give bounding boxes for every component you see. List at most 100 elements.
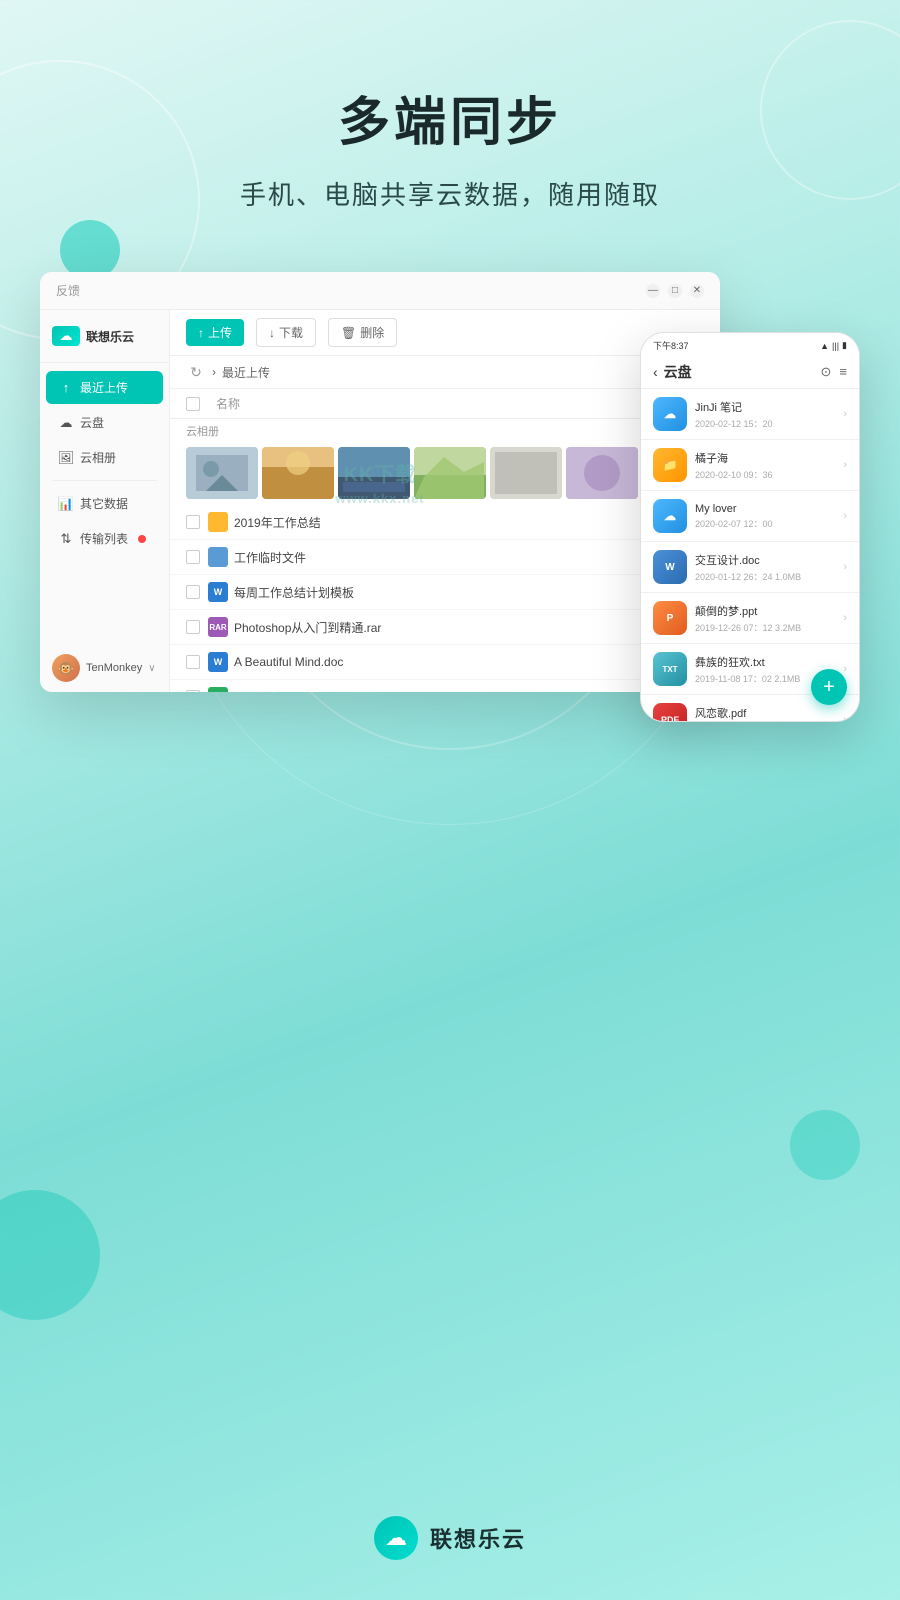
list-item[interactable]: W 交互设计.doc 2020-01-12 26：24 1.0MB ›: [641, 542, 859, 593]
row-checkbox[interactable]: [186, 620, 200, 634]
toolbar: ↑ 上传 ↓ 下载 🗑 删除: [170, 310, 720, 356]
row-checkbox[interactable]: [186, 515, 200, 529]
phone-file-name: 交互设计.doc: [695, 552, 843, 568]
window-titlebar: 反馈 — □ ✕: [40, 272, 720, 310]
table-row[interactable]: W 每周工作总结计划模板 11.16 15:2: [170, 575, 720, 610]
phone-fab-button[interactable]: +: [811, 669, 847, 705]
sidebar-item-transfer[interactable]: ⇅ 传输列表: [46, 522, 163, 555]
word-icon: W: [208, 582, 228, 602]
phone-file-info: 颠倒的梦.ppt 2019-12-26 07：12 3.2MB: [695, 603, 843, 634]
photo-thumb-6: [566, 447, 638, 499]
table-row[interactable]: W A Beautiful Mind.doc 11.16 08:2: [170, 645, 720, 680]
main-title: 多端同步: [0, 80, 900, 155]
file-name: A Beautiful Mind.doc: [234, 655, 604, 669]
phone-status-bar: 下午8:37 ▲ ||| ▮: [641, 333, 859, 356]
download-icon: ↓: [269, 326, 275, 340]
deco-circle-3: [60, 220, 120, 280]
window-controls: — □ ✕: [646, 284, 704, 298]
phone-file-icon-ppt: P: [653, 601, 687, 635]
phone-back-button[interactable]: ‹: [653, 364, 658, 380]
transfer-icon: ⇅: [58, 531, 74, 547]
window-feedback-label: 反馈: [56, 282, 80, 299]
phone-file-name: My lover: [695, 503, 843, 515]
recent-upload-icon: ↑: [58, 380, 74, 396]
sidebar-item-label-photos: 云相册: [80, 449, 116, 466]
window-maximize-button[interactable]: □: [668, 284, 682, 298]
phone-file-info: JinJi 笔记 2020-02-12 15：20: [695, 399, 843, 430]
chevron-right-icon: ›: [843, 663, 847, 675]
phone-file-icon-folder: 📁: [653, 448, 687, 482]
row-checkbox[interactable]: [186, 585, 200, 599]
phone-file-icon-txt: TXT: [653, 652, 687, 686]
table-row[interactable]: RAR Photoshop从入门到精通.rar 11.16 08:2: [170, 610, 720, 645]
table-header: 名称 上传时间: [170, 389, 720, 419]
phone-file-info: 橘子海 2020-02-10 09：36: [695, 450, 843, 481]
file-name: 玩具总动员4.mp4: [234, 689, 604, 693]
chevron-right-icon: ›: [843, 561, 847, 573]
folder-yellow-icon: [208, 512, 228, 532]
select-all-checkbox[interactable]: [186, 397, 200, 411]
phone-nav-bar: ‹ 云盘 ⊙ ≡: [641, 356, 859, 389]
sidebar-item-recent[interactable]: ↑ 最近上传: [46, 371, 163, 404]
list-item[interactable]: P 颠倒的梦.ppt 2019-12-26 07：12 3.2MB ›: [641, 593, 859, 644]
avatar-face: 🐵: [52, 654, 80, 682]
table-row[interactable]: 2019年工作总结 23小时前: [170, 505, 720, 540]
phone-file-icon-cloud: ☁: [653, 397, 687, 431]
breadcrumb-separator: ›: [212, 365, 216, 379]
chevron-right-icon: ›: [843, 408, 847, 420]
mock-container: 反馈 — □ ✕ ☁ 联想乐云 ↑ 最近上传: [40, 272, 860, 692]
chevron-right-icon: ›: [843, 459, 847, 471]
sidebar-item-other[interactable]: 📊 其它数据: [46, 487, 163, 520]
chevron-right-icon: ›: [843, 510, 847, 522]
refresh-button[interactable]: ↻: [186, 362, 206, 382]
phone-file-info: My lover 2020-02-07 12：00: [695, 503, 843, 530]
sidebar-divider: [52, 480, 157, 481]
sidebar-item-label-other: 其它数据: [80, 495, 128, 512]
list-item[interactable]: 📁 橘子海 2020-02-10 09：36 ›: [641, 440, 859, 491]
list-item[interactable]: ☁ JinJi 笔记 2020-02-12 15：20 ›: [641, 389, 859, 440]
row-checkbox[interactable]: [186, 690, 200, 692]
delete-button[interactable]: 🗑 删除: [328, 318, 397, 347]
upload-button[interactable]: ↑ 上传: [186, 319, 244, 346]
username-chevron: ∨: [148, 663, 155, 674]
table-row[interactable]: 工作临时文件 昨天16:28: [170, 540, 720, 575]
folder-blue-icon: [208, 547, 228, 567]
phone-file-info: 交互设计.doc 2020-01-12 26：24 1.0MB: [695, 552, 843, 583]
phone-nav-icons: ⊙ ≡: [821, 364, 848, 380]
search-nav-icon[interactable]: ⊙: [821, 364, 832, 380]
breadcrumb-label: 最近上传: [222, 364, 270, 381]
sidebar-item-cloud[interactable]: ☁ 云盘: [46, 406, 163, 439]
header-section: 多端同步 手机、电脑共享云数据，随用随取: [0, 0, 900, 212]
phone-file-name: 颠倒的梦.ppt: [695, 603, 843, 619]
phone-file-meta: 2020-02-07 12：00: [695, 517, 843, 530]
menu-nav-icon[interactable]: ≡: [839, 364, 847, 380]
row-checkbox[interactable]: [186, 655, 200, 669]
file-name: 每周工作总结计划模板: [234, 584, 604, 601]
mobile-phone: 下午8:37 ▲ ||| ▮ ‹ 云盘 ⊙ ≡ ☁ JinJi 笔记 2020-…: [640, 332, 860, 722]
sidebar-item-label-recent: 最近上传: [80, 379, 128, 396]
row-checkbox[interactable]: [186, 550, 200, 564]
download-button[interactable]: ↓ 下载: [256, 318, 316, 347]
window-close-button[interactable]: ✕: [690, 284, 704, 298]
phone-file-name: JinJi 笔记: [695, 399, 843, 415]
photo-strip: [170, 441, 720, 505]
photos-icon: 🖼: [58, 450, 74, 466]
deco-circle-7: [0, 1190, 100, 1320]
cloud-disk-icon: ☁: [58, 415, 74, 431]
main-content: ↑ 上传 ↓ 下载 🗑 删除 ↻ › 最近上传: [170, 310, 720, 692]
phone-file-info: 风恋歌.pdf 2019-10-02 23：42 1.6MB: [695, 705, 843, 723]
footer: ☁ 联想乐云: [0, 1516, 900, 1560]
table-row[interactable]: ▶ 玩具总动员4.mp4 11.16 08:2: [170, 680, 720, 692]
sidebar-footer: 🐵 TenMonkey ∨: [40, 644, 170, 692]
window-minimize-button[interactable]: —: [646, 284, 660, 298]
footer-cloud-icon: ☁: [385, 1525, 407, 1551]
list-item[interactable]: ☁ My lover 2020-02-07 12：00 ›: [641, 491, 859, 542]
phone-file-icon-word: W: [653, 550, 687, 584]
phone-time: 下午8:37: [653, 339, 689, 352]
deco-circle-8: [790, 1110, 860, 1180]
photo-thumb-1: [186, 447, 258, 499]
sidebar-username: TenMonkey: [86, 662, 142, 674]
file-name: 2019年工作总结: [234, 514, 604, 531]
sidebar-item-photos[interactable]: 🖼 云相册: [46, 441, 163, 474]
phone-file-meta: 2020-01-12 26：24 1.0MB: [695, 570, 843, 583]
